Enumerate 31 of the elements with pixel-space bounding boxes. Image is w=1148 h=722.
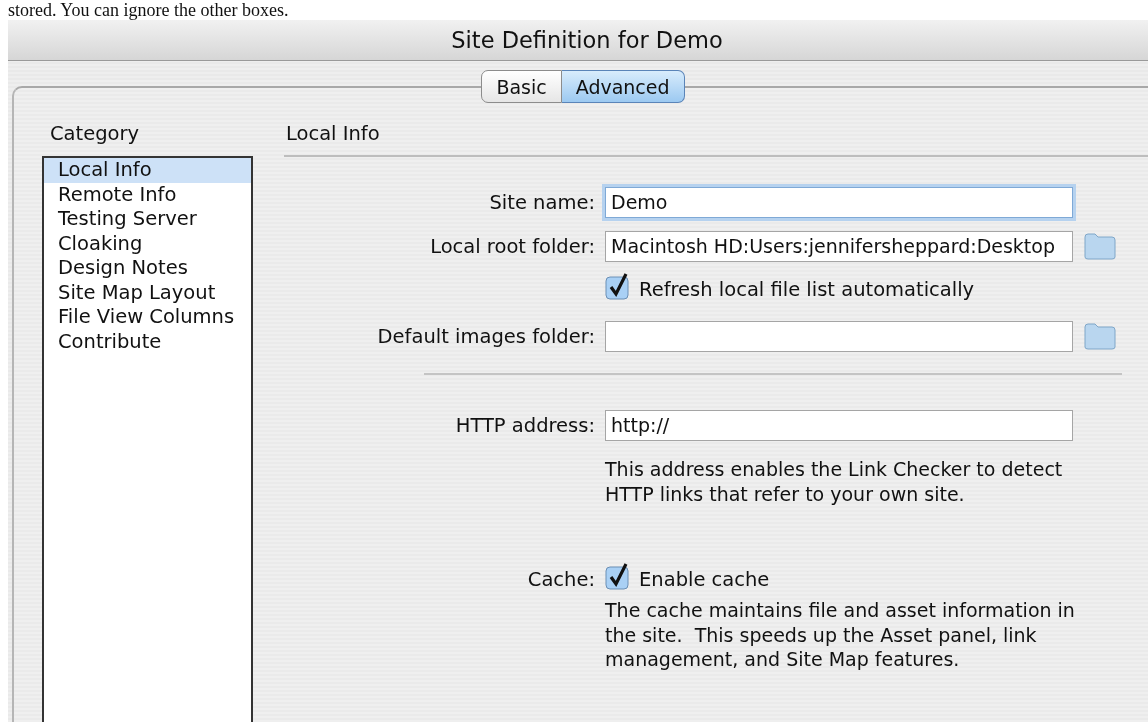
input-field[interactable]: Macintosh HD:Users:jennifersheppard:Desktop — [605, 230, 1073, 262]
tab[interactable]: Advanced — [561, 70, 685, 103]
category-item[interactable]: Testing Server — [44, 207, 251, 232]
checkbox-label: Refresh local file list automatically — [639, 277, 975, 301]
help-text: This address enables the Link Checker to detect HTTP links that refer to your own site. — [605, 457, 1064, 506]
caption-text: stored. You can ignore the other boxes. — [8, 0, 290, 20]
field-label: HTTP address: — [454, 413, 596, 437]
field-label: Site name: — [488, 190, 596, 214]
section-title: Local Info — [286, 122, 380, 145]
input-field[interactable]: Demo — [605, 186, 1073, 218]
category-label: Category — [49, 122, 141, 146]
category-item[interactable]: Site Map Layout — [44, 280, 251, 305]
folder-icon[interactable] — [1083, 231, 1117, 261]
category-item[interactable]: Contribute — [44, 329, 251, 354]
input-field[interactable]: http:// — [605, 409, 1073, 441]
field-label: Local root folder: — [429, 234, 596, 258]
field-label: Default images folder: — [376, 324, 596, 348]
checkbox[interactable] — [605, 562, 631, 590]
field-label: Cache: — [527, 567, 595, 591]
tab[interactable]: Basic — [481, 70, 562, 103]
category-item[interactable]: Remote Info — [44, 182, 251, 207]
category-item[interactable]: Cloaking — [44, 231, 251, 256]
window-title: Site Definition for Demo — [450, 27, 723, 53]
checkbox-label: Enable cache — [639, 567, 770, 591]
input-field[interactable] — [605, 320, 1073, 352]
category-item[interactable]: Local Info — [44, 158, 251, 183]
help-text: The cache maintains file and asset information in the site. This speeds up the Asset panel, link management, and Site Map features. — [605, 598, 1076, 672]
folder-icon[interactable] — [1083, 321, 1117, 351]
category-item[interactable]: Design Notes — [44, 256, 251, 281]
checkbox[interactable] — [605, 272, 631, 300]
category-item[interactable]: File View Columns — [44, 305, 251, 330]
